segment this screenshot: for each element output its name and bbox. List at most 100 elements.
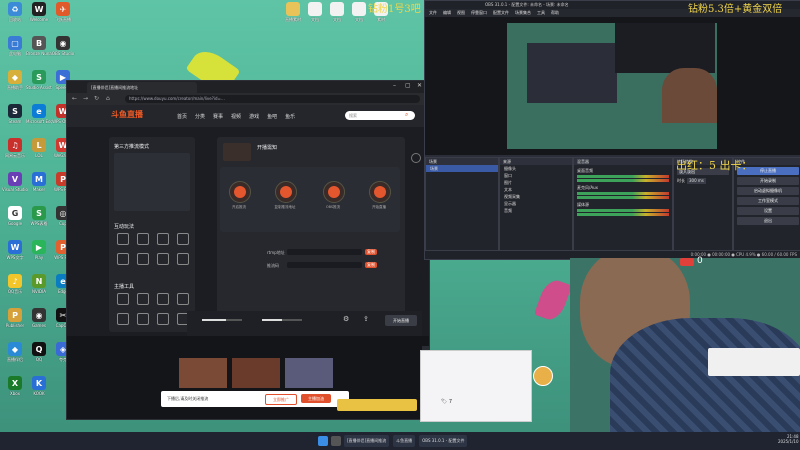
- obs-menu-item[interactable]: 工具: [537, 9, 545, 17]
- back-arrow-icon[interactable]: ←: [72, 95, 77, 102]
- desktop-icon[interactable]: N NVIDIA: [26, 274, 52, 294]
- tool-icon[interactable]: [157, 233, 169, 245]
- window-maximize-icon[interactable]: ▢: [405, 82, 411, 89]
- tool-icon[interactable]: [177, 233, 189, 245]
- speaker-slider[interactable]: [262, 319, 302, 321]
- source-item[interactable]: 视频采集: [500, 193, 572, 200]
- obs-preview[interactable]: [425, 17, 800, 155]
- taskbar-app[interactable]: 斗鱼直播: [393, 435, 416, 447]
- desktop-icon[interactable]: ✈ 飞跃直播: [50, 2, 76, 22]
- tool-icon[interactable]: [137, 253, 149, 265]
- desktop-icon[interactable]: X Xbox: [2, 376, 28, 396]
- source-item[interactable]: 窗口: [500, 172, 572, 179]
- copy-rtmp-button[interactable]: 复制: [365, 249, 377, 255]
- desktop-icon[interactable]: W Welcome: [26, 2, 52, 22]
- desktop-icon[interactable]: B Bronze Nuna: [26, 36, 52, 56]
- start-live-button[interactable]: 开始直播: [385, 315, 417, 326]
- user-avatar-icon[interactable]: [533, 366, 553, 386]
- desktop-icon[interactable]: ♻ 回收站: [2, 2, 28, 22]
- window-close-icon[interactable]: ✕: [417, 82, 422, 89]
- tool-icon[interactable]: [117, 293, 129, 305]
- tool-icon[interactable]: [157, 313, 169, 325]
- home-icon[interactable]: ⌂: [106, 95, 110, 102]
- site-nav-item[interactable]: 赛事: [213, 113, 223, 121]
- share-icon[interactable]: ⇪: [363, 315, 369, 323]
- desktop-icon[interactable]: M Maker: [26, 172, 52, 192]
- tool-icon[interactable]: [157, 293, 169, 305]
- obs-control-button[interactable]: 设置: [737, 207, 799, 215]
- obs-control-button[interactable]: 工作室模式: [737, 197, 799, 205]
- desktop-icon[interactable]: Q QQ: [26, 342, 52, 362]
- browser-tab[interactable]: [直播伴侣]直播间推流地址: [87, 82, 197, 93]
- obs-menu-item[interactable]: 视图: [457, 9, 465, 17]
- recommend-thumb-1[interactable]: [179, 358, 227, 388]
- obs-control-button[interactable]: 退出: [737, 217, 799, 225]
- desktop-icon[interactable]: ◆ 直播助手: [2, 70, 28, 90]
- right-side-icon[interactable]: [411, 153, 421, 163]
- desktop-icon[interactable]: ◆ 直播伴侣: [2, 342, 28, 362]
- desktop-icon[interactable]: ♪ QQ音乐: [2, 274, 28, 294]
- obs-control-button[interactable]: 启动虚拟摄像机: [737, 187, 799, 195]
- desktop-icon[interactable]: S Steam: [2, 104, 28, 124]
- desktop-icon[interactable]: ◉ OBS Studio: [50, 36, 76, 56]
- search-icon[interactable]: ⌕: [405, 111, 408, 119]
- desktop-icon[interactable]: ♫ 网易云音乐: [2, 138, 28, 158]
- tool-icon[interactable]: [177, 253, 189, 265]
- desktop-icon[interactable]: SStudio Assistant: [26, 70, 52, 90]
- rtmp-field[interactable]: [287, 249, 362, 255]
- desktop-icon[interactable]: ◉ Games: [26, 308, 52, 328]
- taskbar-app[interactable]: OBS 31.0.1 - 配置文件: [419, 435, 468, 447]
- notice-button-1[interactable]: 立即推广: [265, 394, 297, 405]
- desktop-icon[interactable]: W WPS文字: [2, 240, 28, 260]
- site-nav-item[interactable]: 分类: [195, 113, 205, 121]
- tool-icon[interactable]: [177, 293, 189, 305]
- desktop-icon[interactable]: ▢ 此电脑: [2, 36, 28, 56]
- start-menu-icon[interactable]: [318, 436, 328, 446]
- site-nav-item[interactable]: 鱼吧: [267, 113, 277, 121]
- taskbar-app[interactable]: [直播伴侣]直播间推流: [344, 435, 390, 447]
- settings-gear-icon[interactable]: ⚙: [343, 315, 349, 323]
- window-minimize-icon[interactable]: –: [393, 82, 396, 89]
- tool-icon[interactable]: [117, 233, 129, 245]
- obs-menu-item[interactable]: 配置文件: [493, 9, 509, 17]
- site-nav-item[interactable]: 首页: [177, 113, 187, 121]
- notice-button-2[interactable]: 主播加油: [301, 394, 331, 403]
- obs-menu-item[interactable]: 文件: [429, 9, 437, 17]
- site-nav-item[interactable]: 游戏: [249, 113, 259, 121]
- tool-icon[interactable]: [137, 293, 149, 305]
- recommend-thumb-3[interactable]: [285, 358, 333, 388]
- copy-key-button[interactable]: 复制: [365, 262, 377, 268]
- source-item[interactable]: 文本: [500, 186, 572, 193]
- desktop-icon[interactable]: G Google: [2, 206, 28, 226]
- url-input[interactable]: https://www.douyu.com/creator/main/live?…: [125, 95, 420, 103]
- source-item[interactable]: 显示器: [500, 200, 572, 207]
- tool-icon[interactable]: [137, 233, 149, 245]
- obs-menu-item[interactable]: 帮助: [551, 9, 559, 17]
- recommend-thumb-2[interactable]: [232, 358, 280, 388]
- obs-menu-item[interactable]: 编辑: [443, 9, 451, 17]
- mic-slider[interactable]: [202, 319, 242, 321]
- source-item[interactable]: 图片: [500, 179, 572, 186]
- desktop-icon[interactable]: ▶ Play: [26, 240, 52, 260]
- obs-menu-item[interactable]: 场景集合: [515, 9, 531, 17]
- site-logo[interactable]: 斗鱼直播: [111, 109, 143, 120]
- site-nav-item[interactable]: 视频: [231, 113, 241, 121]
- forward-arrow-icon[interactable]: →: [83, 95, 88, 102]
- tool-icon[interactable]: [157, 253, 169, 265]
- site-nav-item[interactable]: 鱼乐: [285, 113, 295, 121]
- desktop-icon[interactable]: K KOOK: [26, 376, 52, 396]
- tool-icon[interactable]: [137, 313, 149, 325]
- stream-key-field[interactable]: [287, 262, 362, 268]
- reload-icon[interactable]: ↻: [94, 95, 99, 102]
- desktop-icon[interactable]: S WPS表格: [26, 206, 52, 226]
- duration-input[interactable]: 300 ms: [687, 178, 706, 184]
- desktop-icon[interactable]: L LOL: [26, 138, 52, 158]
- desktop-icon[interactable]: V Visual Studio: [2, 172, 28, 192]
- source-item[interactable]: 音频: [500, 207, 572, 214]
- tool-icon[interactable]: [117, 313, 129, 325]
- desktop-icon[interactable]: P Publisher: [2, 308, 28, 328]
- tool-icon[interactable]: [117, 253, 129, 265]
- obs-control-button[interactable]: 开始录制: [737, 177, 799, 185]
- search-taskbar-icon[interactable]: [331, 436, 341, 446]
- obs-menu-item[interactable]: 停靠窗口: [471, 9, 487, 17]
